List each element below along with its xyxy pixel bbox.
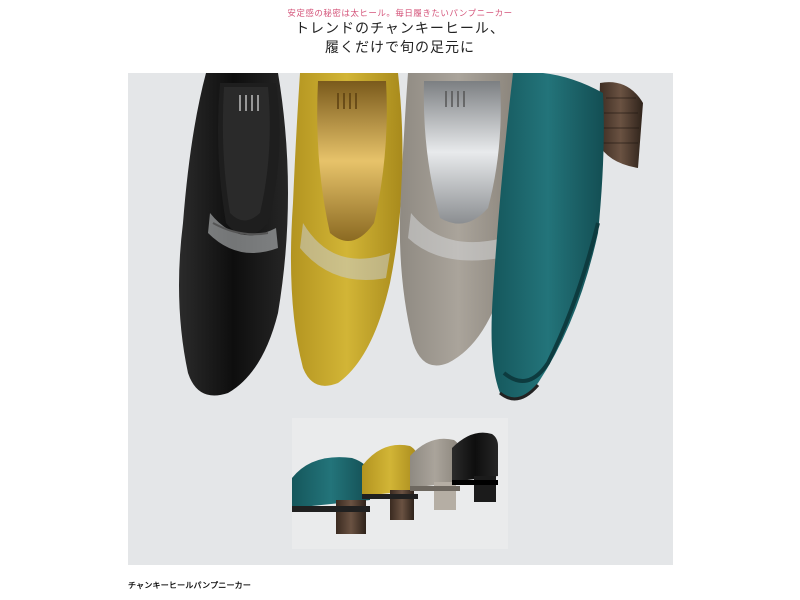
headline-line-1: トレンドのチャンキーヒール、 <box>295 21 505 37</box>
inset-mustard-shoe <box>362 444 418 520</box>
black-pump <box>179 73 288 396</box>
headline-line-2: 履くだけで旬の足元に <box>325 40 475 56</box>
inset-teal-shoe <box>292 457 370 534</box>
inset-black-shoe <box>452 432 498 502</box>
tagline: 安定感の秘密は太ヒール。毎日履きたいパンプニーカー <box>287 9 513 19</box>
teal-pump <box>491 73 643 401</box>
hero-product-photo <box>128 73 673 565</box>
inset-heel-photo <box>292 418 508 549</box>
headline: トレンドのチャンキーヒール、 履くだけで旬の足元に <box>0 20 800 58</box>
mustard-pump <box>290 73 403 386</box>
product-caption: チャンキーヒールパンプニーカー <box>128 581 252 590</box>
heels-illustration <box>292 432 498 534</box>
